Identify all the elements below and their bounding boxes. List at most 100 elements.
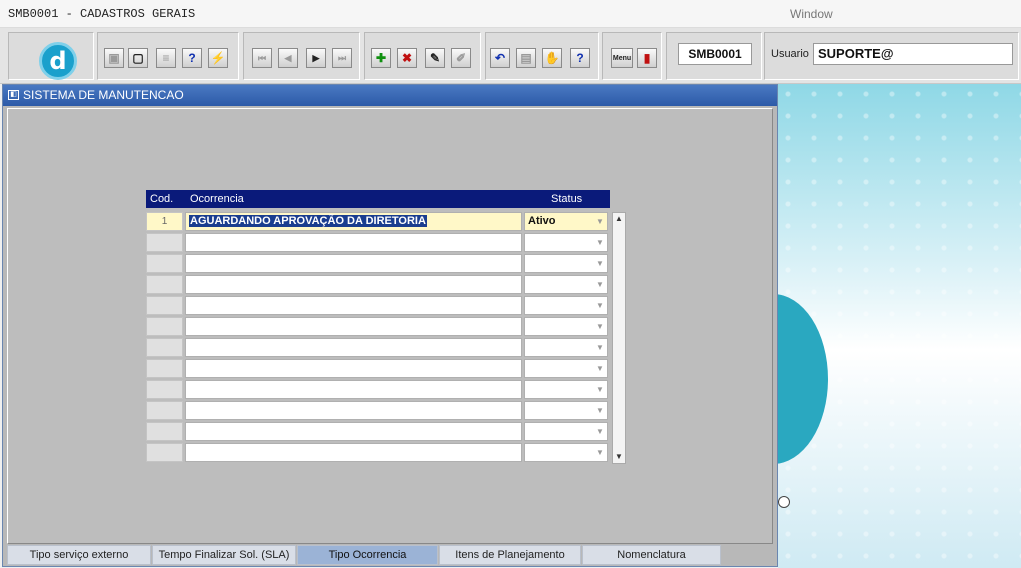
menu-button[interactable]: Menu [611,48,633,68]
table-row[interactable]: ▼ [146,275,610,294]
insert-record-button[interactable]: ✚ [371,48,391,68]
chevron-down-icon[interactable]: ▼ [594,215,606,228]
cod-cell[interactable]: 1 [146,212,183,231]
table-row[interactable]: ▼ [146,254,610,273]
chevron-down-icon[interactable]: ▼ [594,446,606,459]
print-button[interactable]: ≡ [156,48,176,68]
status-select[interactable]: ▼ [524,380,608,399]
ocorrencia-cell[interactable] [185,233,522,252]
ocorrencia-cell[interactable] [185,422,522,441]
table-row[interactable]: ▼ [146,422,610,441]
window-menu[interactable]: Window [790,7,833,21]
execute-query-button[interactable]: ⚡ [208,48,228,68]
chevron-down-icon[interactable]: ▼ [594,404,606,417]
chevron-down-icon[interactable]: ▼ [594,299,606,312]
next-record-button[interactable]: ▶ [306,48,326,68]
tab-nomenclatura[interactable]: Nomenclatura [582,545,721,565]
user-label: Usuario [771,48,809,60]
cod-cell[interactable] [146,359,183,378]
ocorrencia-cell[interactable] [185,380,522,399]
chevron-down-icon[interactable]: ▼ [594,320,606,333]
cod-cell[interactable] [146,338,183,357]
file-group: ▣ ▢ ≡ ? ⚡ [97,32,239,80]
previous-record-button[interactable]: ◀ [278,48,298,68]
menu-group: Menu ▮ [602,32,662,80]
last-record-button[interactable]: ⏭ [332,48,352,68]
status-select[interactable]: ▼ [524,422,608,441]
ocorrencia-cell[interactable] [185,275,522,294]
exit-button[interactable]: ▮ [637,48,657,68]
table-row[interactable]: ▼ [146,233,610,252]
record-group: ✚ ✖ ✎ ✐ [364,32,481,80]
status-select[interactable]: ▼ [524,317,608,336]
tab-tipo-servi-o-externo[interactable]: Tipo serviço externo [7,545,151,565]
cod-cell[interactable] [146,275,183,294]
ocorrencia-cell[interactable] [185,359,522,378]
status-select[interactable]: Ativo ▼ [524,212,608,231]
scroll-down-icon[interactable]: ▼ [613,451,625,463]
duplicate-record-button[interactable]: ✎ [425,48,445,68]
cod-cell[interactable] [146,296,183,315]
navigation-group: ⏮ ◀ ▶ ⏭ [243,32,360,80]
grid-scrollbar[interactable]: ▲ ▼ [612,212,626,464]
cod-cell[interactable] [146,422,183,441]
cod-cell[interactable] [146,443,183,462]
table-row[interactable]: ▼ [146,380,610,399]
ocorrencia-cell[interactable] [185,317,522,336]
background-artwork [778,84,1021,568]
undo-button[interactable]: ↶ [490,48,510,68]
title-bar: SMB0001 - CADASTROS GERAIS Window [0,0,1021,28]
ocorrencia-cell[interactable] [185,254,522,273]
table-row[interactable]: ▼ [146,359,610,378]
chevron-down-icon[interactable]: ▼ [594,425,606,438]
cod-cell[interactable] [146,401,183,420]
chevron-down-icon[interactable]: ▼ [594,362,606,375]
app-title: SMB0001 - CADASTROS GERAIS [8,7,196,21]
status-select[interactable]: ▼ [524,401,608,420]
chevron-down-icon[interactable]: ▼ [594,257,606,270]
table-row[interactable]: ▼ [146,296,610,315]
table-row[interactable]: ▼ [146,317,610,336]
chevron-down-icon[interactable]: ▼ [594,278,606,291]
status-select[interactable]: ▼ [524,443,608,462]
ocorrencia-cell[interactable] [185,401,522,420]
attach-button[interactable]: ✋ [542,48,562,68]
status-select[interactable]: ▼ [524,338,608,357]
table-row[interactable]: ▼ [146,338,610,357]
cod-cell[interactable] [146,317,183,336]
chevron-down-icon[interactable]: ▼ [594,236,606,249]
form-code-field: SMB0001 [678,43,752,65]
table-row[interactable]: 1 AGUARDANDO APROVAÇÃO DA DIRETORIA Ativo ▼ [146,212,610,231]
query-button[interactable]: ? [182,48,202,68]
ocorrencia-cell[interactable]: AGUARDANDO APROVAÇÃO DA DIRETORIA [185,212,522,231]
table-row[interactable]: ▼ [146,401,610,420]
help-button[interactable]: ? [570,48,590,68]
tab-itens-de-planejamento[interactable]: Itens de Planejamento [439,545,581,565]
scroll-up-icon[interactable]: ▲ [613,213,625,225]
status-select[interactable]: ▼ [524,254,608,273]
chevron-down-icon[interactable]: ▼ [594,341,606,354]
header-ocorrencia: Ocorrencia [190,193,244,205]
ocorrencia-cell[interactable] [185,338,522,357]
status-select[interactable]: ▼ [524,233,608,252]
print-preview-button[interactable]: ▢ [128,48,148,68]
save-button[interactable]: ▣ [104,48,124,68]
cod-cell[interactable] [146,254,183,273]
chevron-down-icon[interactable]: ▼ [594,383,606,396]
form-canvas: Cod. Ocorrencia Status 1 AGUARDANDO APROV… [7,108,773,544]
status-select[interactable]: ▼ [524,359,608,378]
table-row[interactable]: ▼ [146,443,610,462]
cod-cell[interactable] [146,233,183,252]
tab-tempo-finalizar-sol-sla[interactable]: Tempo Finalizar Sol. (SLA) [152,545,296,565]
logo-group: d [8,32,94,80]
clear-record-button[interactable]: ✐ [451,48,471,68]
clipboard-button[interactable]: ▤ [516,48,536,68]
ocorrencia-cell[interactable] [185,296,522,315]
cod-cell[interactable] [146,380,183,399]
first-record-button[interactable]: ⏮ [252,48,272,68]
tab-tipo-ocorrencia[interactable]: Tipo Ocorrencia [297,545,438,565]
delete-record-button[interactable]: ✖ [397,48,417,68]
status-select[interactable]: ▼ [524,296,608,315]
ocorrencia-cell[interactable] [185,443,522,462]
status-select[interactable]: ▼ [524,275,608,294]
